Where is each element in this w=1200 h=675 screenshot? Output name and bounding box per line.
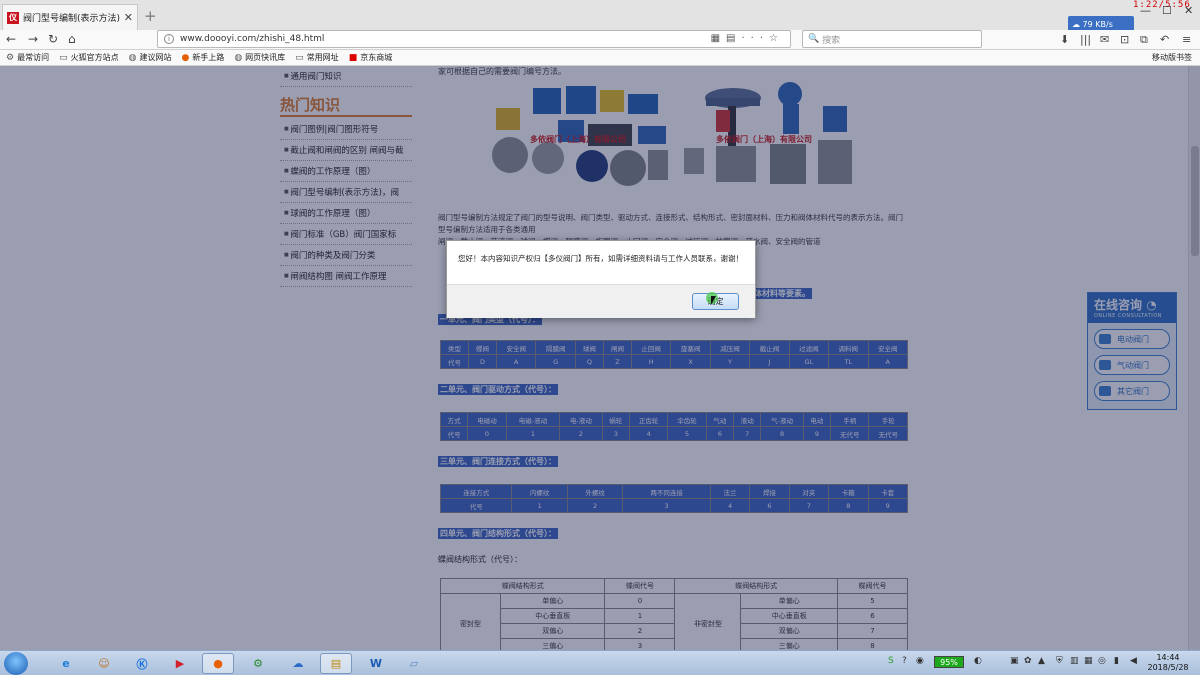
tab-title: 阀门型号编制(表示方法)，阀门 <box>23 14 120 24</box>
folder-icon: ▭ <box>295 52 304 63</box>
tray-icon[interactable]: ▦ <box>1084 656 1093 666</box>
tray-icon[interactable]: ◎ <box>1098 656 1106 666</box>
network-icon[interactable]: ▮ <box>1114 656 1119 666</box>
globe-icon: ◍ <box>234 52 243 63</box>
word-app-icon[interactable]: W <box>360 653 392 674</box>
folder-icon: ▭ <box>59 52 68 63</box>
ie-icon[interactable]: e <box>50 653 82 674</box>
dialog-message: 您好！本内容知识产权归【多仪阀门】所有，如需详细资料请与工作人员联系，谢谢！ <box>447 241 755 285</box>
site-favicon-icon: 仪 <box>7 11 19 24</box>
bookmark-item[interactable]: ◍ 建议网站 <box>129 52 172 63</box>
minimize-icon[interactable]: — <box>1140 4 1151 17</box>
maximize-icon[interactable]: ☐ <box>1162 4 1172 17</box>
crop-icon[interactable]: ⊡ <box>1120 33 1129 46</box>
tray-icon[interactable]: ▣ <box>1010 656 1019 666</box>
shield-icon[interactable]: ⛨ <box>1056 656 1063 666</box>
site-info-icon[interactable]: i <box>164 34 174 44</box>
tray-icon[interactable]: ▥ <box>1070 656 1079 666</box>
modal-overlay <box>0 66 1200 650</box>
jd-icon: ■ <box>348 52 358 63</box>
start-button[interactable] <box>4 652 28 675</box>
clock-time: 14:44 <box>1156 653 1180 662</box>
bookmark-item[interactable]: ▭ 火狐官方站点 <box>59 52 119 63</box>
k-app-icon[interactable]: Ⓚ <box>126 653 158 674</box>
tray-icon[interactable]: ◐ <box>974 656 982 666</box>
security-tray-icon[interactable]: S <box>888 656 894 666</box>
bookmark-item[interactable]: ■ 京东商城 <box>349 52 393 63</box>
bookmark-item[interactable]: ◍ 网页快讯库 <box>234 52 285 63</box>
cloud-icon: ☁ <box>1072 19 1083 29</box>
reload-icon[interactable]: ↻ <box>48 32 58 46</box>
library-icon[interactable]: ||| <box>1080 33 1091 46</box>
close-tab-icon[interactable]: ✕ <box>124 11 133 24</box>
mobile-bookmarks[interactable]: 移动版书签 <box>1152 52 1192 63</box>
forward-icon[interactable]: → <box>28 32 38 46</box>
net-speed-value: 79 KB/s <box>1082 19 1113 29</box>
globe-icon: ◍ <box>128 52 137 63</box>
search-placeholder: 搜索 <box>822 35 841 46</box>
bookmarks-bar: ⚙ 最常访问 ▭ 火狐官方站点 ◍ 建议网站 ● 新手上路 ◍ 网页快讯库 ▭ 常用网址 ■… <box>0 50 1200 66</box>
volume-icon[interactable]: ◀ <box>1130 656 1137 666</box>
menu-icon[interactable]: ≡ <box>1182 33 1191 46</box>
battery-meter[interactable]: 95% <box>934 656 964 668</box>
bookmark-item[interactable]: ▭ 常用网址 <box>295 52 339 63</box>
back-icon[interactable]: ← <box>6 32 16 46</box>
home-icon[interactable]: ⌂ <box>68 32 76 46</box>
search-icon: 🔍 <box>808 34 823 44</box>
close-window-icon[interactable]: ✕ <box>1184 4 1193 17</box>
download-icon[interactable]: ⬇ <box>1060 33 1069 46</box>
url-text: www.doooyi.com/zhishi_48.html <box>180 34 325 44</box>
windows-taskbar: e ☺ Ⓚ ▶ ● ⚙ ☁ ▤ W ▱ S ? ◉ 95% ◐ ▣ ✿ ▲ ⛨ … <box>0 650 1200 675</box>
gear-icon: ⚙ <box>6 52 15 63</box>
cloud-app-icon[interactable]: ☁ <box>282 653 314 674</box>
tray-icon[interactable]: ✿ <box>1024 656 1032 666</box>
system-clock[interactable]: 14:44 2018/5/28 <box>1146 653 1190 673</box>
firefox-taskbar-icon[interactable]: ● <box>202 653 234 674</box>
active-tab[interactable]: 仪 阀门型号编制(表示方法)，阀门 ✕ <box>2 4 138 30</box>
help-tray-icon[interactable]: ? <box>902 656 907 666</box>
chat-icon[interactable]: ✉ <box>1100 33 1109 46</box>
video-app-icon[interactable]: ▶ <box>164 653 196 674</box>
search-input[interactable]: 🔍 搜索 <box>802 30 982 48</box>
new-tab-button[interactable]: + <box>144 7 157 25</box>
tray-icon[interactable]: ▲ <box>1038 656 1045 666</box>
tray-icon[interactable]: ◉ <box>916 656 924 666</box>
firefox-icon: ● <box>181 52 190 63</box>
notes-app-icon[interactable]: ▱ <box>398 653 430 674</box>
screenshot-icon[interactable]: ⧉ <box>1140 33 1148 47</box>
url-bar[interactable]: i www.doooyi.com/zhishi_48.html ▦▤···☆ <box>157 30 791 48</box>
settings-app-icon[interactable]: ⚙ <box>242 653 274 674</box>
clock-date: 2018/5/28 <box>1147 663 1189 672</box>
bookmark-item[interactable]: ● 新手上路 <box>181 52 224 63</box>
tab-bar: 仪 阀门型号编制(表示方法)，阀门 ✕ + 1:22/5:56 ☁ 79 KB/… <box>0 0 1200 32</box>
mouse-cursor-icon <box>711 296 716 305</box>
alert-dialog: 您好！本内容知识产权归【多仪阀门】所有，如需详细资料请与工作人员联系，谢谢！ 确… <box>446 240 756 318</box>
explorer-icon[interactable]: ▤ <box>320 653 352 674</box>
url-actions[interactable]: ▦▤···☆ <box>711 33 784 44</box>
undo-icon[interactable]: ↶ <box>1160 33 1169 46</box>
nav-toolbar: ← → ↻ ⌂ i www.doooyi.com/zhishi_48.html … <box>0 30 1200 50</box>
bookmark-item[interactable]: ⚙ 最常访问 <box>6 52 49 63</box>
game-app-icon[interactable]: ☺ <box>88 653 120 674</box>
